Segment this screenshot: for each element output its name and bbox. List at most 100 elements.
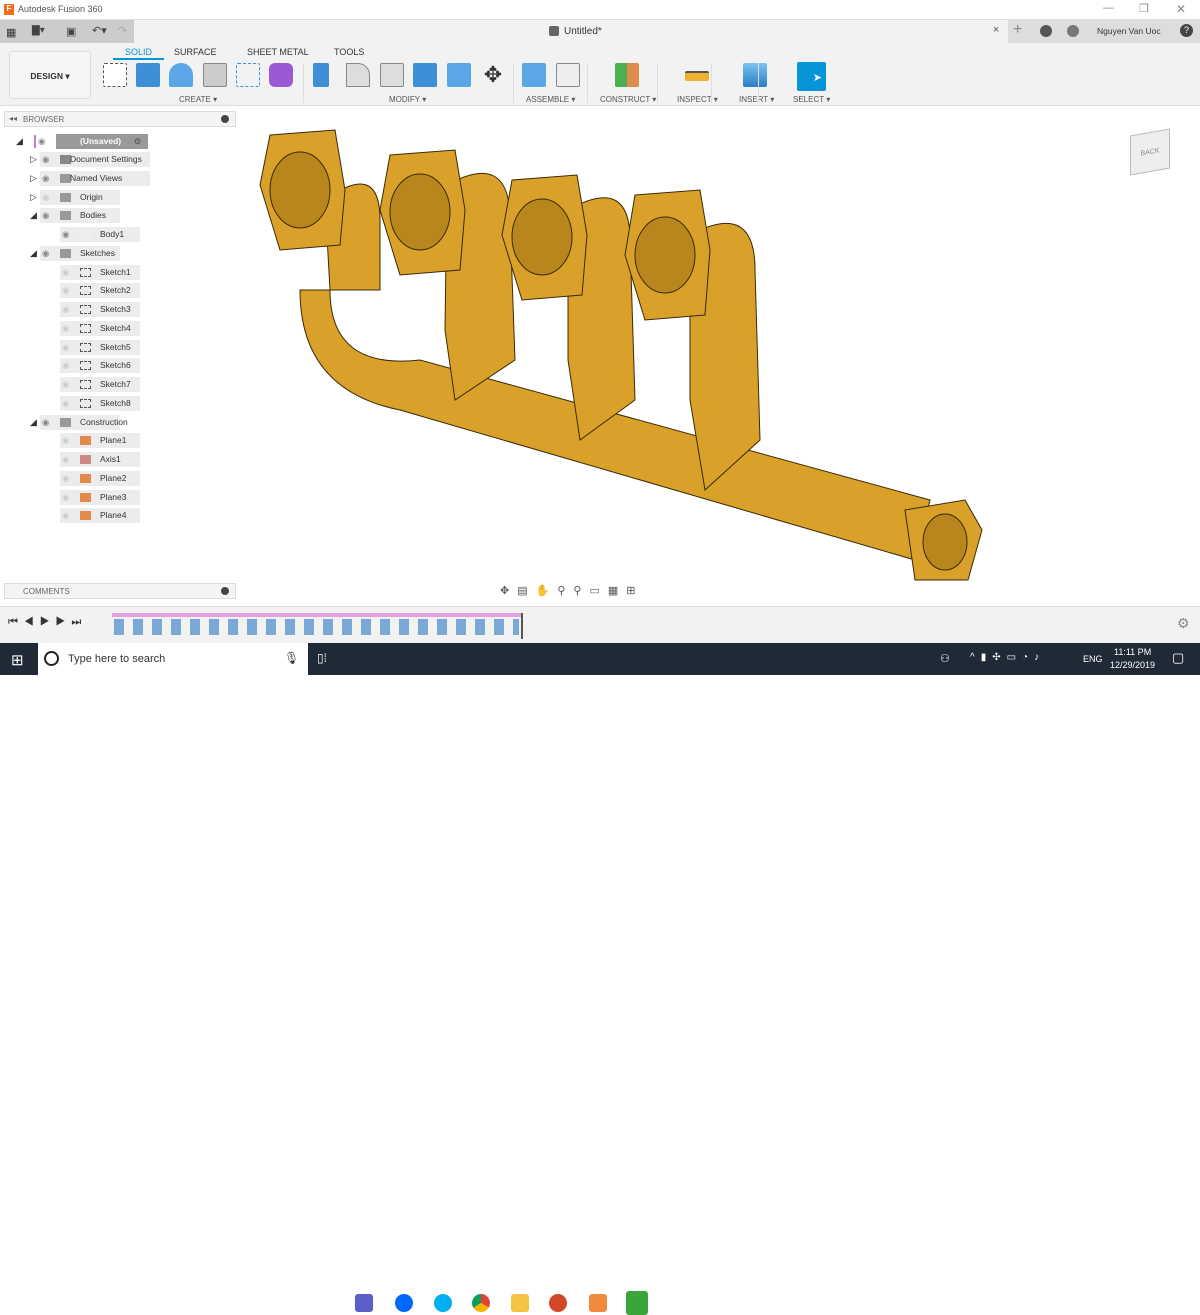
zoom-icon[interactable]: ⚲: [557, 585, 573, 597]
timeline-features[interactable]: [114, 619, 519, 635]
create-form-icon[interactable]: [269, 63, 293, 87]
user-name[interactable]: Nguyen Van Uoc: [1097, 26, 1161, 36]
file-explorer-icon[interactable]: [511, 1294, 529, 1312]
visibility-eye-icon[interactable]: ◉: [62, 490, 69, 505]
browser-panel-header[interactable]: ◂◂ BROWSER: [4, 111, 236, 127]
document-tab[interactable]: Untitled*: [564, 26, 602, 37]
tab-surface[interactable]: SURFACE: [174, 47, 217, 57]
collapse-arrow-icon[interactable]: ◢: [30, 208, 37, 223]
look-at-icon[interactable]: ▤: [517, 585, 535, 597]
visibility-eye-icon[interactable]: ◉: [62, 227, 69, 242]
orbit-icon[interactable]: ✥: [500, 585, 517, 597]
viewports-icon[interactable]: ⊞: [626, 585, 643, 597]
new-component-icon[interactable]: [522, 63, 546, 87]
comments-panel-header[interactable]: COMMENTS: [4, 583, 236, 599]
shell-icon[interactable]: [380, 63, 404, 87]
combine-icon[interactable]: [413, 63, 437, 87]
visibility-eye-icon[interactable]: ◉: [42, 190, 49, 205]
display-settings-icon[interactable]: ▭: [589, 585, 607, 597]
activate-radio-icon[interactable]: ⊙: [134, 134, 141, 149]
press-pull-icon[interactable]: [313, 63, 329, 87]
task-view-icon[interactable]: ▯⁞: [317, 651, 327, 665]
visibility-eye-icon[interactable]: ◉: [62, 358, 69, 373]
visibility-eye-icon[interactable]: ◉: [62, 471, 69, 486]
visibility-eye-icon[interactable]: ◉: [62, 452, 69, 467]
visibility-eye-icon[interactable]: ◉: [62, 377, 69, 392]
create-sketch-icon[interactable]: [103, 63, 127, 87]
visibility-eye-icon[interactable]: ◉: [62, 321, 69, 336]
fillet-icon[interactable]: [346, 63, 370, 87]
save-icon[interactable]: ▣: [66, 25, 76, 38]
measure-icon[interactable]: [685, 71, 709, 81]
fusion-taskbar-icon[interactable]: [589, 1294, 607, 1312]
offset-plane-icon[interactable]: [615, 63, 639, 87]
collapse-icon[interactable]: ◂◂: [9, 114, 17, 123]
workspace-switcher[interactable]: DESIGN ▾: [9, 51, 91, 99]
pattern-icon[interactable]: [236, 63, 260, 87]
insert-image-icon[interactable]: [743, 63, 767, 87]
zalo-icon[interactable]: [395, 1294, 413, 1312]
exhaust-manifold-model[interactable]: [0, 106, 1200, 606]
extrude-icon[interactable]: [136, 63, 160, 87]
timeline-history-bar[interactable]: [112, 613, 522, 617]
visibility-eye-icon[interactable]: ◉: [42, 171, 49, 186]
insert-menu[interactable]: INSERT ▾: [739, 95, 774, 104]
select-icon[interactable]: ➤: [797, 62, 826, 91]
camtasia-icon[interactable]: [626, 1291, 648, 1315]
chrome-icon[interactable]: [472, 1294, 490, 1312]
pan-icon[interactable]: ✋: [536, 585, 558, 597]
visibility-eye-icon[interactable]: ◉: [62, 433, 69, 448]
tab-tools[interactable]: TOOLS: [334, 47, 364, 57]
visibility-eye-icon[interactable]: ◉: [42, 246, 49, 261]
action-center-icon[interactable]: ▢: [1172, 650, 1184, 666]
tray-icons[interactable]: ^▮✣▭◔♪: [970, 652, 1045, 663]
start-button[interactable]: ⊞: [11, 651, 24, 669]
notifications-icon[interactable]: [1067, 25, 1079, 37]
add-comment-icon[interactable]: [221, 587, 229, 595]
joint-icon[interactable]: [556, 63, 580, 87]
microphone-icon[interactable]: 🎙: [284, 651, 299, 665]
job-status-icon[interactable]: [1040, 25, 1052, 37]
tab-sheet-metal[interactable]: SHEET METAL: [247, 47, 309, 57]
visibility-eye-icon[interactable]: ◉: [62, 396, 69, 411]
undo-icon[interactable]: ↶▾: [92, 24, 107, 37]
visibility-eye-icon[interactable]: ◉: [62, 265, 69, 280]
collapse-arrow-icon[interactable]: ◢: [30, 415, 37, 430]
redo-icon[interactable]: ↷: [118, 24, 127, 37]
visibility-eye-icon[interactable]: ◉: [62, 340, 69, 355]
visibility-eye-icon[interactable]: ◉: [62, 283, 69, 298]
timeline-settings-icon[interactable]: ⚙: [1177, 615, 1190, 632]
viewcube[interactable]: BACK: [1130, 128, 1170, 176]
modify-menu[interactable]: MODIFY ▾: [389, 95, 426, 104]
skype-icon[interactable]: [434, 1294, 452, 1312]
new-tab-button[interactable]: +: [1013, 21, 1022, 39]
visibility-eye-icon[interactable]: ◉: [38, 134, 45, 149]
people-icon[interactable]: ⚇: [940, 652, 950, 665]
3d-viewport[interactable]: BACK ✥▤✋⚲⚲▭▦⊞: [0, 106, 1200, 606]
restore-button[interactable]: ❐: [1139, 2, 1149, 15]
grid-icon[interactable]: ▦: [608, 585, 626, 597]
visibility-eye-icon[interactable]: ◉: [62, 508, 69, 523]
expand-arrow-icon[interactable]: ▷: [30, 190, 37, 205]
visibility-eye-icon[interactable]: ◉: [42, 152, 49, 167]
teams-icon[interactable]: [355, 1294, 373, 1312]
expand-arrow-icon[interactable]: ▷: [30, 171, 37, 186]
assemble-menu[interactable]: ASSEMBLE ▾: [526, 95, 575, 104]
clock-date[interactable]: 12/29/2019: [1110, 660, 1155, 670]
taskbar-search[interactable]: Type here to search 🎙: [38, 643, 308, 675]
close-window-button[interactable]: ✕: [1176, 2, 1186, 16]
file-menu-icon[interactable]: ▇▾: [32, 25, 45, 36]
language-indicator[interactable]: ENG: [1083, 654, 1103, 664]
tab-solid[interactable]: SOLID: [113, 47, 165, 60]
select-menu[interactable]: SELECT ▾: [793, 95, 830, 104]
minimize-button[interactable]: —: [1103, 2, 1114, 14]
pin-icon[interactable]: [221, 115, 229, 123]
move-icon[interactable]: ✥: [481, 63, 505, 87]
timeline-controls[interactable]: ⏮◀▶▶⏭: [8, 616, 87, 629]
expand-arrow-icon[interactable]: ▷: [30, 152, 37, 167]
apps-grid-icon[interactable]: ▦: [6, 26, 16, 39]
close-tab-icon[interactable]: ×: [993, 24, 999, 36]
construct-menu[interactable]: CONSTRUCT ▾: [600, 95, 656, 104]
timeline-marker[interactable]: [521, 613, 523, 639]
revolve-icon[interactable]: [169, 63, 193, 87]
